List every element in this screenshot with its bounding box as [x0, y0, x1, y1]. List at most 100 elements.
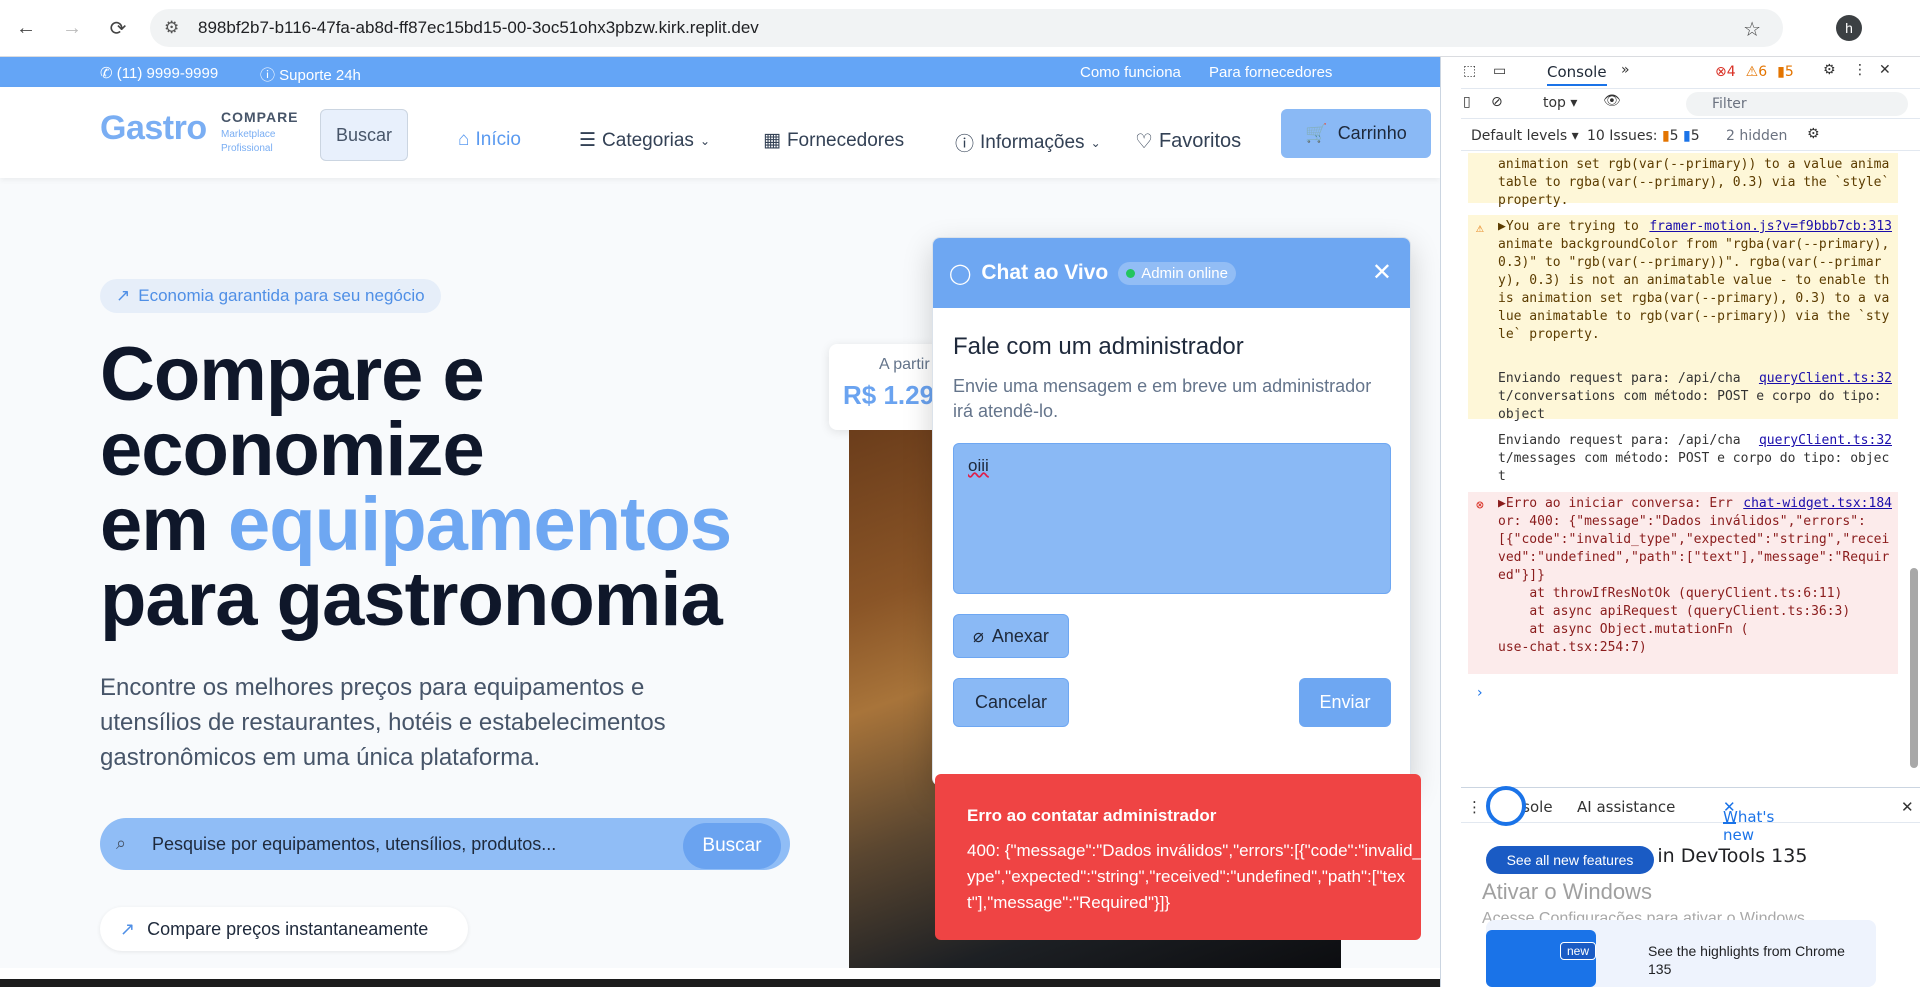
search-icon: ⌕: [116, 833, 127, 853]
console-filter-input[interactable]: Filter: [1686, 92, 1908, 116]
hero-description: Encontre os melhores preços para equipam…: [100, 674, 666, 771]
highlights-card[interactable]: new See the highlights from Chrome 135: [1486, 920, 1876, 987]
issues-count[interactable]: 10 Issues: ▮5 ▮5: [1587, 128, 1700, 144]
drawer-menu-icon[interactable]: ⋮: [1467, 798, 1482, 816]
trend-icon: ↗: [116, 286, 131, 305]
info-icon: ⓘ: [955, 134, 975, 155]
windows-activation-title: Ativar o Windows: [1482, 879, 1652, 904]
device-toggle-icon[interactable]: ▭: [1493, 63, 1506, 79]
console-toolbar: ▯ ⊘ top ▾ 👁 Filter: [1461, 89, 1920, 119]
toast-message: 400: {"message":"Dados inválidos","error…: [967, 841, 1421, 912]
chat-message-field[interactable]: [953, 443, 1391, 594]
console-levels-bar: Default levels ▾ 10 Issues: ▮5 ▮5 2 hidd…: [1461, 121, 1920, 151]
chat-bubble-icon: ◯: [949, 262, 972, 285]
drawer-tab-whats-new[interactable]: What's new ✕: [1723, 798, 1774, 844]
console-log-error[interactable]: ⊗ chat-widget.tsx:184 ▶Erro ao iniciar con…: [1468, 492, 1898, 674]
nav-categorias[interactable]: ☰ Categorias ⌄: [579, 129, 710, 152]
chart-icon: ↗: [120, 918, 136, 939]
eye-icon[interactable]: 👁: [1603, 93, 1621, 109]
cart-icon: 🛒: [1305, 123, 1328, 143]
toast-title: Erro ao contatar administrador: [967, 806, 1217, 825]
home-icon: ⌂: [458, 129, 470, 150]
console-log-info: queryClient.ts:32 Enviando request para: …: [1498, 370, 1892, 422]
chat-header: ◯ Chat ao Vivo Admin online ✕: [933, 238, 1410, 308]
source-link[interactable]: chat-widget.tsx:184: [1743, 495, 1892, 513]
site-header: Gastro COMPARE Marketplace Profissional …: [0, 87, 1440, 178]
how-it-works-link[interactable]: Como funciona: [1080, 64, 1181, 81]
context-select[interactable]: top ▾: [1543, 95, 1577, 111]
hero-title: Compare e economize em equipamentos para…: [100, 332, 732, 642]
source-link[interactable]: queryClient.ts:32: [1759, 432, 1892, 450]
site-info-icon[interactable]: ⚙: [164, 18, 184, 38]
support-text: ⓘ Suporte 24h: [260, 67, 361, 84]
hero-search-input[interactable]: ⌕ Pesquise por equipamentos, utensílios,…: [100, 818, 790, 870]
chat-title: Chat ao Vivo: [981, 261, 1109, 284]
source-link[interactable]: queryClient.ts:32: [1759, 370, 1892, 388]
inspect-icon[interactable]: ⬚: [1463, 63, 1476, 79]
source-link[interactable]: framer-motion.js?v=f9bbb7cb:313: [1649, 218, 1892, 236]
cart-button[interactable]: 🛒 Carrinho: [1281, 109, 1431, 158]
hero-search-button[interactable]: Buscar: [683, 823, 781, 869]
reload-icon[interactable]: ⟳: [98, 8, 138, 48]
console-scrollbar[interactable]: [1907, 153, 1920, 783]
highlights-text: See the highlights from Chrome 135: [1648, 943, 1845, 977]
drawer-tab-ai[interactable]: AI assistance: [1577, 798, 1675, 816]
more-tabs-icon[interactable]: »: [1621, 62, 1630, 78]
new-badge: new: [1560, 942, 1597, 960]
kebab-menu-icon[interactable]: ⋮: [1853, 62, 1867, 78]
bookmark-star-icon[interactable]: ☆: [1743, 17, 1761, 42]
heart-icon: ♡: [1135, 131, 1153, 153]
gear-icon[interactable]: ⚙: [1823, 62, 1836, 78]
logo-compare: COMPARE: [221, 109, 299, 125]
clear-console-icon[interactable]: ⊘: [1491, 94, 1503, 110]
error-toast[interactable]: Erro ao contatar administrador 400: {"me…: [935, 774, 1421, 940]
forward-icon[interactable]: →: [52, 8, 92, 48]
console-prompt-icon[interactable]: ›: [1477, 685, 1483, 701]
hidden-count: 2 hidden: [1726, 128, 1788, 144]
close-icon[interactable]: ✕: [1372, 258, 1392, 287]
chevron-down-icon: ⌄: [1090, 135, 1101, 150]
devtools-toolbar: ⬚ ▭ Console » ⊗4 ⚠6 ▮5 ⚙ ⋮ ✕: [1461, 57, 1920, 89]
drawer-tabs: ⋮ Console AI assistance What's new ✕ ✕: [1461, 787, 1920, 844]
for-suppliers-link[interactable]: Para fornecedores: [1209, 64, 1332, 81]
price-card: A partir R$ 1.29: [829, 344, 939, 430]
taskbar: [0, 979, 1440, 987]
chrome-logo-icon: [1486, 786, 1526, 826]
browser-toolbar: ← → ⟳ ⚙ 898bf2b7-b116-47fa-ab8d-ff87ec15…: [0, 0, 1920, 57]
chevron-down-icon: ⌄: [699, 133, 710, 148]
nav-fornecedores[interactable]: ▦ Fornecedores: [763, 129, 904, 152]
send-button[interactable]: Enviar: [1299, 678, 1391, 727]
chat-heading: Fale com um administrador: [953, 333, 1244, 360]
see-all-features-button[interactable]: See all new features: [1486, 846, 1654, 874]
header-search-button[interactable]: Buscar: [320, 109, 408, 161]
address-bar[interactable]: ⚙ 898bf2b7-b116-47fa-ab8d-ff87ec15bd15-0…: [150, 9, 1783, 47]
close-drawer-icon[interactable]: ✕: [1901, 798, 1914, 816]
console-log-info: queryClient.ts:32 Enviando request para: …: [1498, 432, 1892, 484]
sidebar-toggle-icon[interactable]: ▯: [1463, 94, 1471, 110]
chat-subtitle: Envie uma mensagem e em breve um adminis…: [953, 376, 1372, 421]
nav-inicio[interactable]: ⌂ Início: [458, 129, 521, 151]
tab-console[interactable]: Console: [1547, 63, 1607, 86]
back-icon[interactable]: ←: [6, 8, 46, 48]
hero-badge: ↗ Economia garantida para seu negócio: [100, 279, 441, 313]
chat-dialog: ◯ Chat ao Vivo Admin online ✕ Fale com u…: [932, 237, 1411, 786]
list-icon: ☰: [579, 130, 597, 151]
compare-pill: ↗ Compare preços instantaneamente: [100, 907, 468, 951]
top-info-strip: ✆ (11) 9999-9999 ⓘ Suporte 24h Como func…: [0, 57, 1440, 87]
phone-text: ✆ (11) 9999-9999: [100, 65, 219, 82]
nav-favoritos[interactable]: ♡ Favoritos: [1135, 129, 1241, 154]
levels-select[interactable]: Default levels ▾: [1471, 128, 1579, 144]
attach-button[interactable]: ⌀ Anexar: [953, 614, 1069, 658]
profile-avatar[interactable]: h: [1836, 15, 1862, 41]
url-text: 898bf2b7-b116-47fa-ab8d-ff87ec15bd15-00-…: [198, 18, 759, 37]
store-icon: ▦: [763, 130, 781, 151]
logo[interactable]: Gastro: [100, 109, 207, 148]
admin-status-badge: Admin online: [1118, 261, 1236, 285]
nav-informacoes[interactable]: ⓘ Informações ⌄: [955, 129, 1101, 156]
console-settings-icon[interactable]: ⚙: [1807, 126, 1820, 142]
cancel-button[interactable]: Cancelar: [953, 678, 1069, 727]
error-warning-counts[interactable]: ⊗4 ⚠6 ▮5: [1715, 64, 1794, 80]
paperclip-icon: ⌀: [973, 625, 984, 646]
close-devtools-icon[interactable]: ✕: [1879, 62, 1891, 78]
console-log-warning: animation set rgb(var(--primary)) to a v…: [1468, 153, 1898, 208]
